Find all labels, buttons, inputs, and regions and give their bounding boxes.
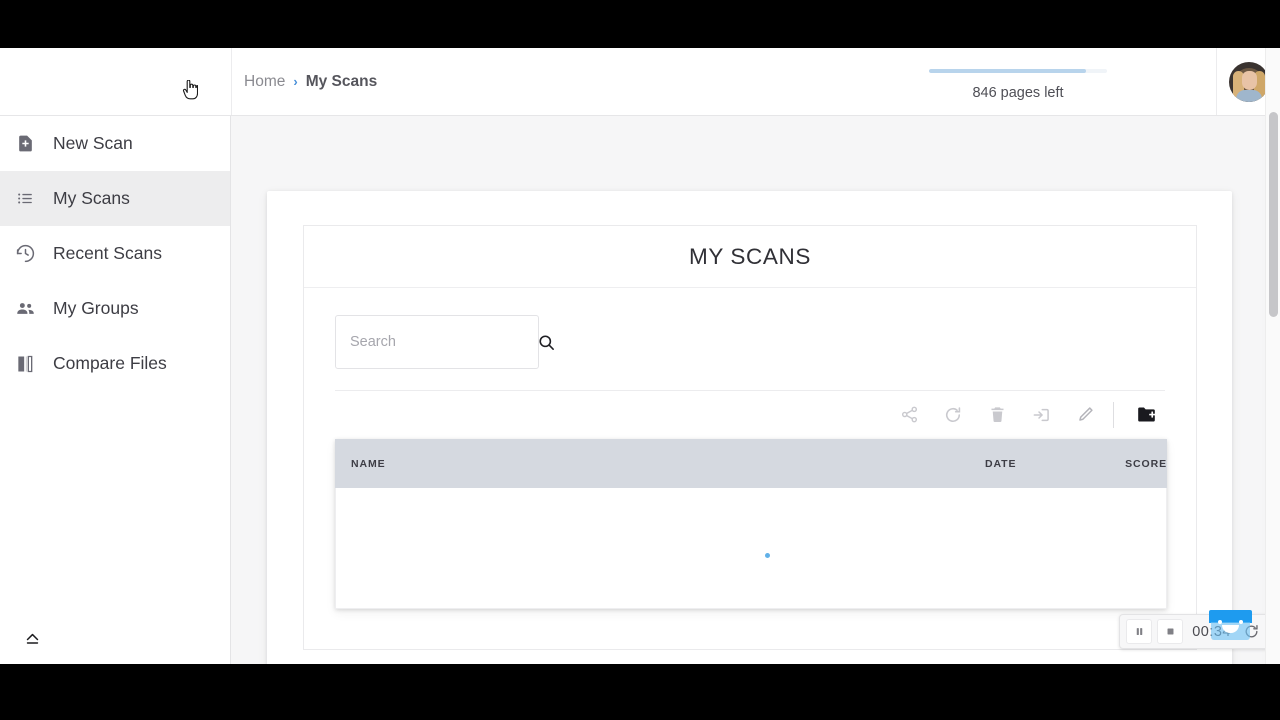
app-bar-main: Home › My Scans 846 pages left <box>231 48 1216 115</box>
eject-icon[interactable] <box>22 629 42 649</box>
quota-progress-fill <box>929 68 1086 73</box>
sidebar-item-my-groups[interactable]: My Groups <box>0 281 230 336</box>
column-header-date[interactable]: DATE <box>985 458 1095 470</box>
scrollbar-thumb[interactable] <box>1269 112 1278 317</box>
new-document-icon <box>14 133 36 155</box>
scans-table: NAME DATE SCORE <box>335 439 1167 609</box>
restart-icon[interactable] <box>1239 620 1263 644</box>
column-header-name[interactable]: NAME <box>351 458 985 470</box>
sidebar: New Scan My Scans Recent Scans My Groups… <box>0 116 231 664</box>
quota-indicator: 846 pages left <box>916 48 1120 115</box>
table-toolbar <box>304 391 1196 438</box>
history-clock-icon <box>14 243 36 265</box>
avatar-face <box>1241 70 1257 90</box>
recording-timer: 00:34 <box>1192 623 1231 640</box>
quota-label: 846 pages left <box>972 84 1064 101</box>
stop-button[interactable] <box>1157 619 1184 644</box>
letterbox-bottom-bar <box>0 664 1280 720</box>
search-input[interactable] <box>350 334 537 350</box>
avatar-body <box>1235 89 1262 102</box>
search-icon[interactable] <box>537 333 556 352</box>
page-card: MY SCANS Search NAME DATE SCORE <box>267 191 1232 664</box>
sidebar-item-label: Recent Scans <box>53 243 162 263</box>
sidebar-item-compare-files[interactable]: Compare Files <box>0 336 230 391</box>
brand-zone[interactable] <box>0 48 231 115</box>
breadcrumb-current: My Scans <box>305 72 378 90</box>
toolbar-separator <box>1113 401 1114 428</box>
share-icon[interactable] <box>887 397 931 433</box>
chevron-right-icon: › <box>293 74 298 89</box>
sidebar-item-new-scan[interactable]: New Scan <box>0 116 230 171</box>
refresh-icon[interactable] <box>931 397 975 433</box>
search-box[interactable] <box>335 315 554 369</box>
search-row <box>304 288 1196 369</box>
table-body <box>335 488 1167 609</box>
sidebar-item-label: Compare Files <box>53 353 167 373</box>
table-header-row: NAME DATE SCORE <box>335 439 1167 488</box>
new-folder-icon[interactable] <box>1124 397 1168 433</box>
browser-viewport: Home › My Scans 846 pages left New Scan … <box>0 48 1280 664</box>
quota-progress-track <box>929 68 1107 73</box>
pencil-icon[interactable] <box>1063 397 1107 433</box>
page-title: MY SCANS <box>304 226 1196 288</box>
screen-recorder-bar: 00:34 <box>1119 614 1270 649</box>
main-content: MY SCANS Search NAME DATE SCORE <box>231 116 1262 664</box>
trash-icon[interactable] <box>975 397 1019 433</box>
scans-panel: MY SCANS Search NAME DATE SCORE <box>303 225 1197 650</box>
list-icon <box>14 188 36 210</box>
sidebar-item-label: My Groups <box>53 298 139 318</box>
top-app-bar: Home › My Scans 846 pages left <box>0 48 1280 116</box>
avatar[interactable] <box>1228 61 1269 102</box>
breadcrumb: Home › My Scans <box>244 73 377 91</box>
letterbox-top-bar <box>0 0 1280 48</box>
pause-button[interactable] <box>1126 619 1153 644</box>
move-to-folder-icon[interactable] <box>1019 397 1063 433</box>
sidebar-item-recent-scans[interactable]: Recent Scans <box>0 226 230 281</box>
sidebar-item-my-scans[interactable]: My Scans <box>0 171 230 226</box>
sidebar-item-label: New Scan <box>53 133 133 153</box>
compare-files-icon <box>14 353 36 375</box>
page-scrollbar[interactable] <box>1265 48 1280 664</box>
loading-indicator <box>764 552 770 558</box>
sidebar-item-label: My Scans <box>53 188 130 208</box>
people-icon <box>14 298 36 320</box>
column-header-score[interactable]: SCORE <box>1095 458 1167 470</box>
breadcrumb-home-link[interactable]: Home <box>244 73 285 91</box>
